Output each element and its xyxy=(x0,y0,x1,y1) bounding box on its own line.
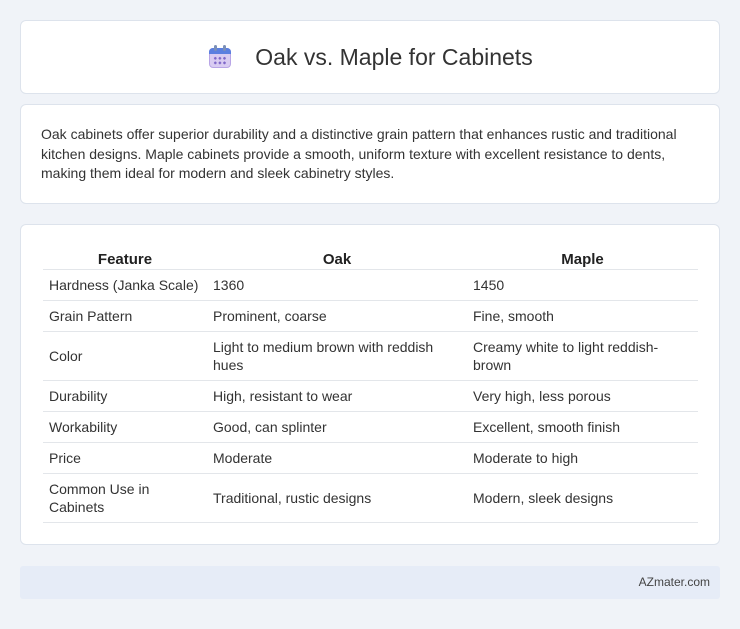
comparison-table: Feature Oak Maple Hardness (Janka Scale)… xyxy=(43,243,698,523)
table-row: Grain Pattern Prominent, coarse Fine, sm… xyxy=(43,301,698,332)
maple-cell: Moderate to high xyxy=(467,443,698,474)
maple-cell: Creamy white to light reddish-brown xyxy=(467,332,698,381)
oak-cell: 1360 xyxy=(207,270,467,301)
feature-cell: Durability xyxy=(43,381,207,412)
table-row: Hardness (Janka Scale) 1360 1450 xyxy=(43,270,698,301)
feature-cell: Price xyxy=(43,443,207,474)
oak-cell: Light to medium brown with reddish hues xyxy=(207,332,467,381)
footer-credit: AZmater.com xyxy=(638,575,710,589)
maple-cell: Excellent, smooth finish xyxy=(467,412,698,443)
table-row: Price Moderate Moderate to high xyxy=(43,443,698,474)
maple-cell: Very high, less porous xyxy=(467,381,698,412)
comparison-table-card: Feature Oak Maple Hardness (Janka Scale)… xyxy=(20,224,720,545)
feature-cell: Grain Pattern xyxy=(43,301,207,332)
title-wrap: Oak vs. Maple for Cabinets xyxy=(207,43,533,71)
oak-cell: Moderate xyxy=(207,443,467,474)
table-row: Common Use in Cabinets Traditional, rust… xyxy=(43,474,698,523)
feature-cell: Hardness (Janka Scale) xyxy=(43,270,207,301)
table-header-row: Feature Oak Maple xyxy=(43,243,698,270)
intro-card: Oak cabinets offer superior durability a… xyxy=(20,104,720,204)
oak-cell: Good, can splinter xyxy=(207,412,467,443)
calendar-icon xyxy=(207,44,233,70)
feature-cell: Workability xyxy=(43,412,207,443)
maple-cell: 1450 xyxy=(467,270,698,301)
oak-cell: Traditional, rustic designs xyxy=(207,474,467,523)
maple-cell: Fine, smooth xyxy=(467,301,698,332)
feature-cell: Color xyxy=(43,332,207,381)
header-oak: Oak xyxy=(207,243,467,270)
header-card: Oak vs. Maple for Cabinets xyxy=(20,20,720,94)
oak-cell: Prominent, coarse xyxy=(207,301,467,332)
table-row: Workability Good, can splinter Excellent… xyxy=(43,412,698,443)
table-row: Durability High, resistant to wear Very … xyxy=(43,381,698,412)
header-feature: Feature xyxy=(43,243,207,270)
table-row: Color Light to medium brown with reddish… xyxy=(43,332,698,381)
header-maple: Maple xyxy=(467,243,698,270)
feature-cell: Common Use in Cabinets xyxy=(43,474,207,523)
page-title: Oak vs. Maple for Cabinets xyxy=(255,43,533,70)
intro-text: Oak cabinets offer superior durability a… xyxy=(41,126,677,181)
maple-cell: Modern, sleek designs xyxy=(467,474,698,523)
footer-bar: AZmater.com xyxy=(20,566,720,599)
oak-cell: High, resistant to wear xyxy=(207,381,467,412)
